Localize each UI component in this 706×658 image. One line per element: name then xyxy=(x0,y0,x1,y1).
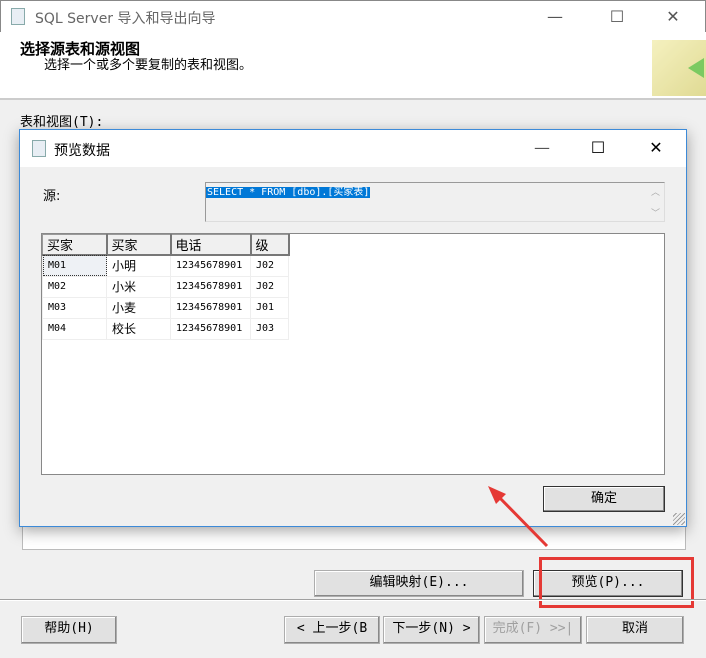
cell[interactable]: J02 xyxy=(250,275,289,298)
scroll-down-icon[interactable]: ﹀ xyxy=(651,206,660,219)
wizard-header: 选择源表和源视图 选择一个或多个要复制的表和视图。 xyxy=(0,32,706,100)
source-label: 源: xyxy=(43,189,61,204)
column-header[interactable]: 买家 xyxy=(106,234,172,256)
preview-data-dialog: 预览数据 — ☐ ✕ 源: SELECT * FROM [dbo].[买家表] … xyxy=(19,129,687,527)
separator xyxy=(0,599,706,601)
minimize-button[interactable]: — xyxy=(535,5,575,29)
sql-text: SELECT * FROM [dbo].[买家表] xyxy=(206,187,371,198)
column-header[interactable]: 级 xyxy=(250,234,290,256)
cell[interactable]: M01 xyxy=(42,254,107,277)
table-row[interactable]: M01 小明 12345678901 J02 xyxy=(42,254,289,277)
cell[interactable]: 12345678901 xyxy=(170,296,251,319)
cell[interactable]: 校长 xyxy=(106,317,171,340)
table-row[interactable]: M03 小麦 12345678901 J01 xyxy=(42,296,289,319)
cell[interactable]: J01 xyxy=(250,296,289,319)
cell[interactable]: 小麦 xyxy=(106,296,171,319)
column-header[interactable]: 买家 xyxy=(42,234,108,256)
table-row[interactable]: M02 小米 12345678901 J02 xyxy=(42,275,289,298)
cell[interactable]: M02 xyxy=(42,275,107,298)
dialog-minimize-button[interactable]: — xyxy=(522,136,562,160)
title-bar: SQL Server 导入和导出向导 — ☐ ✕ xyxy=(0,0,706,32)
app-icon xyxy=(11,8,25,25)
column-header[interactable]: 电话 xyxy=(170,234,252,256)
ok-button[interactable]: 确定 xyxy=(543,486,665,512)
cell[interactable]: J02 xyxy=(250,254,289,277)
maximize-button[interactable]: ☐ xyxy=(597,5,637,29)
cell[interactable]: 12345678901 xyxy=(170,275,251,298)
red-arrow-icon xyxy=(488,486,549,548)
edit-mapping-button[interactable]: 编辑映射(E)... xyxy=(314,570,524,597)
cell[interactable]: J03 xyxy=(250,317,289,340)
cell[interactable]: 小米 xyxy=(106,275,171,298)
dialog-close-button[interactable]: ✕ xyxy=(636,136,676,160)
wizard-graphic-icon xyxy=(652,40,706,96)
dialog-title: 预览数据 xyxy=(54,143,110,159)
cell[interactable]: 小明 xyxy=(106,254,171,277)
scroll-up-icon[interactable]: ︿ xyxy=(651,185,660,198)
cell[interactable]: 12345678901 xyxy=(170,254,251,277)
back-button[interactable]: < 上一步(B xyxy=(284,616,380,644)
table-row[interactable]: M04 校长 12345678901 J03 xyxy=(42,317,289,340)
next-button[interactable]: 下一步(N) > xyxy=(383,616,480,644)
dialog-maximize-button[interactable]: ☐ xyxy=(578,136,618,160)
cell[interactable]: M03 xyxy=(42,296,107,319)
sql-textbox[interactable]: SELECT * FROM [dbo].[买家表] ︿ ﹀ xyxy=(205,182,665,222)
page-subtitle: 选择一个或多个要复制的表和视图。 xyxy=(44,58,253,73)
resize-grip-icon[interactable] xyxy=(673,513,685,525)
dialog-icon xyxy=(32,140,46,157)
finish-button[interactable]: 完成(F) >>| xyxy=(484,616,582,644)
data-grid[interactable]: 买家 买家 电话 级 M01 小明 12345678901 J02 M02 小米 1234… xyxy=(41,233,665,475)
window-title: SQL Server 导入和导出向导 xyxy=(35,11,216,27)
header-row: 买家 买家 电话 级 xyxy=(42,234,290,256)
help-button[interactable]: 帮助(H) xyxy=(21,616,117,644)
tables-label: 表和视图(T): xyxy=(20,115,104,130)
cancel-button[interactable]: 取消 xyxy=(586,616,684,644)
cell[interactable]: 12345678901 xyxy=(170,317,251,340)
close-button[interactable]: ✕ xyxy=(653,5,693,29)
cell[interactable]: M04 xyxy=(42,317,107,340)
dialog-title-bar: 预览数据 — ☐ ✕ xyxy=(20,130,686,167)
